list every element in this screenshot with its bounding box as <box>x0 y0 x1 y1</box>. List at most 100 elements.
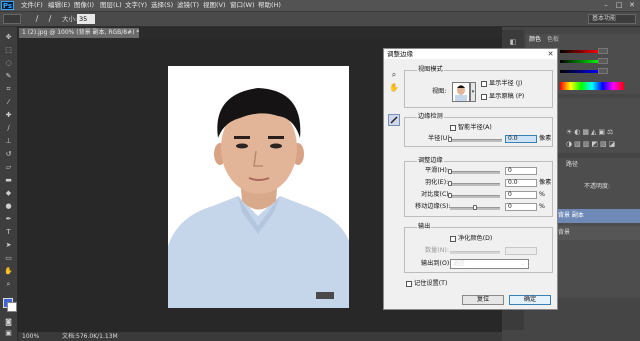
ok-button[interactable]: 确定 <box>509 295 551 305</box>
menu-file[interactable]: 文件(F) <box>21 0 43 11</box>
shift-edge-field[interactable]: 0 <box>505 203 537 211</box>
gradient-tool-icon[interactable]: ▬ <box>3 176 14 185</box>
shift-edge-slider-thumb[interactable] <box>473 205 477 210</box>
dodge-tool-icon[interactable]: ● <box>3 202 14 211</box>
shape-tool-icon[interactable]: ▭ <box>3 254 14 263</box>
hand-icon[interactable]: ✋ <box>389 83 399 93</box>
document-tab[interactable]: 1 (2).jpg @ 100% (背景 副本, RGB/8#) * <box>19 28 139 38</box>
radius-slider-thumb[interactable] <box>448 137 452 142</box>
amount-label: 数量(N): <box>425 247 449 254</box>
healing-tool-icon[interactable]: ✚ <box>3 111 14 120</box>
tool-preset-picker[interactable] <box>3 14 21 24</box>
adjustment-icons[interactable]: ☀◐▦◭▣⚖ <box>566 128 626 136</box>
brush-size-field[interactable]: 35 <box>77 14 95 24</box>
blue-value[interactable] <box>598 68 608 74</box>
menu-window[interactable]: 窗口(W) <box>230 0 255 11</box>
amount-slider[interactable] <box>450 251 500 254</box>
menu-view[interactable]: 视图(V) <box>203 0 226 11</box>
contrast-unit: % <box>539 191 545 198</box>
menu-edit[interactable]: 编辑(E) <box>48 0 70 11</box>
erase-refinements-icon[interactable]: ∕ <box>45 14 55 24</box>
screen-mode-icon[interactable]: ▣ <box>3 329 14 338</box>
brush-tool-icon[interactable]: ∕ <box>3 124 14 133</box>
show-radius-checkbox[interactable] <box>481 81 487 87</box>
layer-row-selected[interactable]: 背景 副本 <box>556 209 640 223</box>
decontaminate-checkbox[interactable] <box>450 236 456 242</box>
contrast-slider-thumb[interactable] <box>448 193 452 198</box>
quick-select-tool-icon[interactable]: ✎ <box>3 72 14 81</box>
contrast-field[interactable]: 0 <box>505 191 537 199</box>
photoshop-logo[interactable]: Ps <box>1 1 14 10</box>
workspace-select[interactable]: 基本功能 <box>588 14 636 24</box>
minimize-button[interactable]: – <box>600 1 612 10</box>
tab-color[interactable]: 颜色 <box>529 35 541 44</box>
history-panel-icon[interactable]: ◧ <box>508 38 518 46</box>
menu-select[interactable]: 选择(S) <box>151 0 173 11</box>
brush-icon[interactable]: ∕ <box>32 14 42 24</box>
hand-tool-icon[interactable]: ✋ <box>3 267 14 276</box>
path-select-tool-icon[interactable]: ➤ <box>3 241 14 250</box>
tab-swatches[interactable]: 色板 <box>547 35 559 44</box>
show-original-checkbox[interactable] <box>481 94 487 100</box>
view-dropdown-arrow-icon[interactable]: ▾ <box>470 82 476 102</box>
refine-radius-brush-icon[interactable] <box>388 114 400 126</box>
smooth-slider-thumb[interactable] <box>448 169 452 174</box>
view-mode-thumbnail[interactable] <box>452 82 470 102</box>
crop-tool-icon[interactable]: ⌗ <box>3 85 14 94</box>
background-color-swatch[interactable] <box>7 302 17 312</box>
radius-field[interactable]: 0.0 <box>505 135 537 143</box>
smart-radius-checkbox[interactable] <box>450 125 456 131</box>
pen-tool-icon[interactable]: ✒ <box>3 215 14 224</box>
feather-slider-thumb[interactable] <box>448 181 452 186</box>
tab-paths[interactable]: 路径 <box>566 160 578 169</box>
smooth-field[interactable]: 0 <box>505 167 537 175</box>
type-tool-icon[interactable]: T <box>3 228 14 237</box>
quick-mask-icon[interactable]: ◙ <box>3 318 14 327</box>
blur-tool-icon[interactable]: ◆ <box>3 189 14 198</box>
lasso-tool-icon[interactable]: ◌ <box>3 59 14 68</box>
red-value[interactable] <box>598 48 608 54</box>
document-info[interactable]: 文档:576.0K/1.13M <box>62 333 118 341</box>
remember-settings-checkbox[interactable] <box>406 281 412 287</box>
smart-radius-label: 智能半径(A) <box>458 124 492 131</box>
feather-unit: 像素 <box>539 179 552 186</box>
size-label: 大小: <box>62 15 78 23</box>
move-tool-icon[interactable]: ✥ <box>3 33 14 42</box>
zoom-icon[interactable]: ⌕ <box>389 70 399 80</box>
maximize-button[interactable]: □ <box>613 1 625 10</box>
layer-name-background: 背景 <box>558 229 571 236</box>
menu-image[interactable]: 图像(I) <box>74 0 94 11</box>
zoom-tool-icon[interactable]: ⌕ <box>3 280 14 289</box>
close-app-button[interactable]: ✕ <box>626 1 638 10</box>
green-value[interactable] <box>598 58 608 64</box>
stamp-tool-icon[interactable]: ⊥ <box>3 137 14 146</box>
radius-slider[interactable] <box>450 139 502 142</box>
feather-field[interactable]: 0.0 <box>505 179 537 187</box>
adjustment-icons-row2[interactable]: ◑▧▥◩▨◪ <box>566 140 626 148</box>
output-to-select[interactable]: 选区 ⌄ <box>450 259 529 269</box>
menu-type[interactable]: 文字(Y) <box>125 0 147 11</box>
menu-filter[interactable]: 滤镜(T) <box>177 0 199 11</box>
eyedropper-tool-icon[interactable]: ⁄ <box>3 98 14 107</box>
marquee-tool-icon[interactable]: ⬚ <box>3 46 14 55</box>
eraser-tool-icon[interactable]: ▱ <box>3 163 14 172</box>
amount-field[interactable] <box>505 247 537 255</box>
output-to-value: 选区 <box>453 260 466 267</box>
contrast-slider[interactable] <box>450 195 500 198</box>
green-slider[interactable] <box>560 60 600 63</box>
dialog-close-icon[interactable]: ✕ <box>546 50 555 59</box>
smooth-slider[interactable] <box>450 171 500 174</box>
portrait-photo[interactable] <box>168 66 349 308</box>
color-spectrum[interactable] <box>560 82 624 90</box>
red-slider[interactable] <box>560 50 600 53</box>
shift-edge-unit: % <box>539 203 545 210</box>
zoom-level[interactable]: 100% <box>22 333 39 341</box>
feather-slider[interactable] <box>450 183 500 186</box>
blue-slider[interactable] <box>560 70 600 73</box>
layer-row[interactable]: 背景 <box>556 226 640 240</box>
reset-button[interactable]: 复位 <box>462 295 504 305</box>
menu-help[interactable]: 帮助(H) <box>258 0 281 11</box>
contrast-label: 对比度(C): <box>421 191 451 198</box>
menu-layer[interactable]: 图层(L) <box>100 0 122 11</box>
history-brush-tool-icon[interactable]: ↺ <box>3 150 14 159</box>
